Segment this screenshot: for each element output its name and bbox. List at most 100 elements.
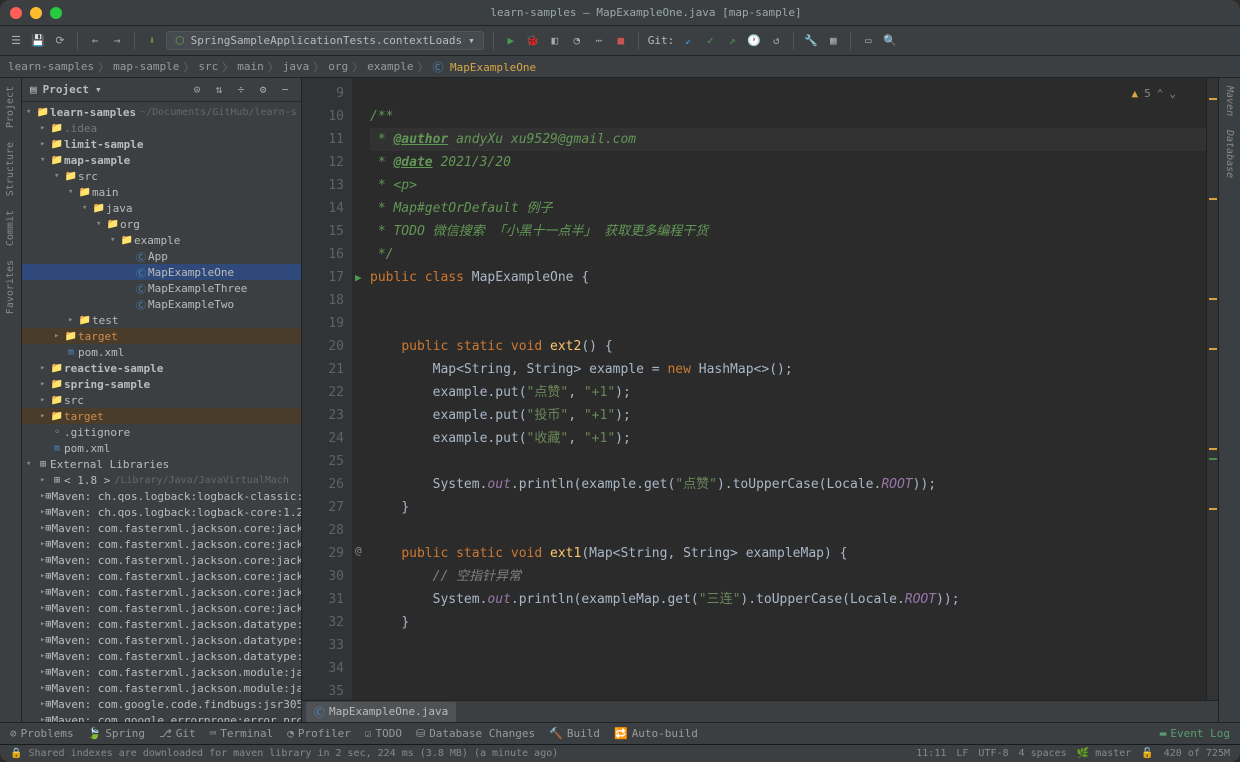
stop-icon[interactable]: ■ <box>613 33 629 49</box>
tree-item[interactable]: ◦.gitignore <box>22 424 301 440</box>
breadcrumb-item[interactable]: main <box>237 60 264 73</box>
git-push-icon[interactable]: ↗ <box>724 33 740 49</box>
expand-all-icon[interactable]: ⇅ <box>211 82 227 98</box>
lock-icon[interactable]: 🔒 <box>10 748 22 759</box>
tree-item[interactable]: ▾📁org <box>22 216 301 232</box>
breadcrumb-item[interactable]: org <box>328 60 348 73</box>
editor-tab[interactable]: Ⓒ MapExampleOne.java <box>306 702 456 722</box>
breadcrumb-item[interactable]: Ⓒ MapExampleOne <box>432 59 536 75</box>
tree-item[interactable]: ▸📁reactive-sample <box>22 360 301 376</box>
breadcrumb-item[interactable]: learn-samples <box>8 60 94 73</box>
run-gutter-icon[interactable]: ▶ <box>355 271 362 284</box>
tree-item[interactable]: ▸📁.idea <box>22 120 301 136</box>
hide-icon[interactable]: − <box>277 82 293 98</box>
breadcrumb-item[interactable]: java <box>283 60 310 73</box>
tree-item[interactable]: ▸⊞Maven: com.fasterxml.jackson.datatype:… <box>22 632 301 648</box>
bottom-tool-terminal[interactable]: ⌨Terminal <box>210 727 274 740</box>
encoding[interactable]: UTF-8 <box>978 748 1008 759</box>
run-icon[interactable]: ▶ <box>503 33 519 49</box>
tree-item[interactable]: ▸⊞Maven: com.fasterxml.jackson.core:jack… <box>22 568 301 584</box>
collapse-icon[interactable]: ÷ <box>233 82 249 98</box>
tree-item[interactable]: ▸⊞Maven: ch.qos.logback:logback-core:1.2 <box>22 504 301 520</box>
cursor-position[interactable]: 11:11 <box>916 748 946 759</box>
tree-item[interactable]: ▸⊞Maven: ch.qos.logback:logback-classic: <box>22 488 301 504</box>
maximize-window[interactable] <box>50 7 62 19</box>
project-tree[interactable]: ▾📁learn-samples~/Documents/GitHub/learn-… <box>22 102 301 722</box>
memory-indicator[interactable]: 420 of 725M <box>1164 748 1230 759</box>
tree-item[interactable]: ▸⊞< 1.8 >/Library/Java/JavaVirtualMach <box>22 472 301 488</box>
tree-item[interactable]: ▸📁limit-sample <box>22 136 301 152</box>
chevron-up-icon[interactable]: ⌃ <box>1157 82 1164 105</box>
coverage-icon[interactable]: ◧ <box>547 33 563 49</box>
ide-icon[interactable]: ▦ <box>825 33 841 49</box>
tree-item[interactable]: ▸📁src <box>22 392 301 408</box>
close-window[interactable] <box>10 7 22 19</box>
tree-item[interactable]: ▸⊞Maven: com.fasterxml.jackson.module:ja… <box>22 664 301 680</box>
tree-item[interactable]: ▸⊞Maven: com.fasterxml.jackson.datatype:… <box>22 648 301 664</box>
bottom-tool-todo[interactable]: ☑TODO <box>365 727 402 740</box>
find-icon[interactable]: 🔍 <box>882 33 898 49</box>
debug-icon[interactable]: 🐞 <box>525 33 541 49</box>
code-area[interactable]: ▲ 5 ⌃ ⌄ /** * @author andyXu xu9529@gmai… <box>352 78 1206 722</box>
tree-item[interactable]: ▾📁learn-samples~/Documents/GitHub/learn-… <box>22 104 301 120</box>
search-icon[interactable]: 🔧 <box>803 33 819 49</box>
git-rollback-icon[interactable]: ↺ <box>768 33 784 49</box>
tree-item[interactable]: ⒸMapExampleThree <box>22 280 301 296</box>
tool-tab-favorites[interactable]: Favorites <box>5 260 16 314</box>
build-icon[interactable]: ⬇ <box>144 33 160 49</box>
tree-item[interactable]: ▾📁map-sample <box>22 152 301 168</box>
git-commit-icon[interactable]: ✓ <box>702 33 718 49</box>
sync-icon[interactable]: ⟳ <box>52 33 68 49</box>
gutter-annotation-icon[interactable]: @ <box>355 544 362 557</box>
search-everywhere-icon[interactable]: ▭ <box>860 33 876 49</box>
tree-item[interactable]: ▾⊞External Libraries <box>22 456 301 472</box>
padlock-icon[interactable]: 🔓 <box>1141 748 1153 759</box>
tree-item[interactable]: ▸⊞Maven: com.fasterxml.jackson.core:jack… <box>22 536 301 552</box>
indent-info[interactable]: 4 spaces <box>1019 748 1067 759</box>
breadcrumb-item[interactable]: src <box>198 60 218 73</box>
chevron-down-icon[interactable]: ▾ <box>95 83 102 96</box>
bottom-tool-problems[interactable]: ⊘Problems <box>10 727 74 740</box>
save-icon[interactable]: 💾 <box>30 33 46 49</box>
tree-item[interactable]: ▸📁test <box>22 312 301 328</box>
tree-item[interactable]: ⒸApp <box>22 248 301 264</box>
tree-item[interactable]: ▸⊞Maven: com.google.errorprone:error_pro… <box>22 712 301 722</box>
breadcrumb-item[interactable]: map-sample <box>113 60 179 73</box>
tool-tab-project[interactable]: Project <box>5 86 16 128</box>
tree-item[interactable]: ▾📁main <box>22 184 301 200</box>
tree-item[interactable]: ▸📁target <box>22 328 301 344</box>
tool-tab-commit[interactable]: Commit <box>5 210 16 246</box>
minimize-window[interactable] <box>30 7 42 19</box>
tree-item[interactable]: ▸⊞Maven: com.google.code.findbugs:jsr305 <box>22 696 301 712</box>
open-icon[interactable]: ☰ <box>8 33 24 49</box>
tree-item[interactable]: ⒸMapExampleOne <box>22 264 301 280</box>
tool-tab-structure[interactable]: Structure <box>5 142 16 196</box>
tool-tab-database[interactable]: Database <box>1224 130 1235 178</box>
tree-item[interactable]: mpom.xml <box>22 440 301 456</box>
tree-item[interactable]: ▸⊞Maven: com.fasterxml.jackson.core:jack… <box>22 600 301 616</box>
error-stripe[interactable] <box>1206 78 1218 722</box>
bottom-tool-database-changes[interactable]: ⛁Database Changes <box>416 727 535 740</box>
run-config-select[interactable]: ⬡ SpringSampleApplicationTests.contextLo… <box>166 31 484 50</box>
attach-icon[interactable]: ⋯ <box>591 33 607 49</box>
tree-item[interactable]: ▸⊞Maven: com.fasterxml.jackson.core:jack… <box>22 552 301 568</box>
tree-item[interactable]: mpom.xml <box>22 344 301 360</box>
select-opened-icon[interactable]: ⊙ <box>189 82 205 98</box>
back-icon[interactable]: ← <box>87 33 103 49</box>
bottom-tool-spring[interactable]: 🍃Spring <box>88 727 145 740</box>
profile-icon[interactable]: ◔ <box>569 33 585 49</box>
tree-item[interactable]: ▾📁src <box>22 168 301 184</box>
forward-icon[interactable]: → <box>109 33 125 49</box>
tree-item[interactable]: ▸⊞Maven: com.fasterxml.jackson.core:jack… <box>22 584 301 600</box>
tree-item[interactable]: ▸📁target <box>22 408 301 424</box>
inspection-widget[interactable]: ▲ 5 ⌃ ⌄ <box>1132 82 1177 105</box>
tree-item[interactable]: ▸📁spring-sample <box>22 376 301 392</box>
bottom-tool-auto-build[interactable]: 🔁Auto-build <box>614 727 698 740</box>
tree-item[interactable]: ▾📁java <box>22 200 301 216</box>
bottom-tool-build[interactable]: 🔨Build <box>549 727 600 740</box>
gear-icon[interactable]: ⚙ <box>255 82 271 98</box>
breadcrumb-item[interactable]: example <box>367 60 413 73</box>
editor-gutter[interactable]: 9101112131415161718192021222324252627282… <box>302 78 352 722</box>
tree-item[interactable]: ▸⊞Maven: com.fasterxml.jackson.datatype:… <box>22 616 301 632</box>
tree-item[interactable]: ▸⊞Maven: com.fasterxml.jackson.core:jack… <box>22 520 301 536</box>
